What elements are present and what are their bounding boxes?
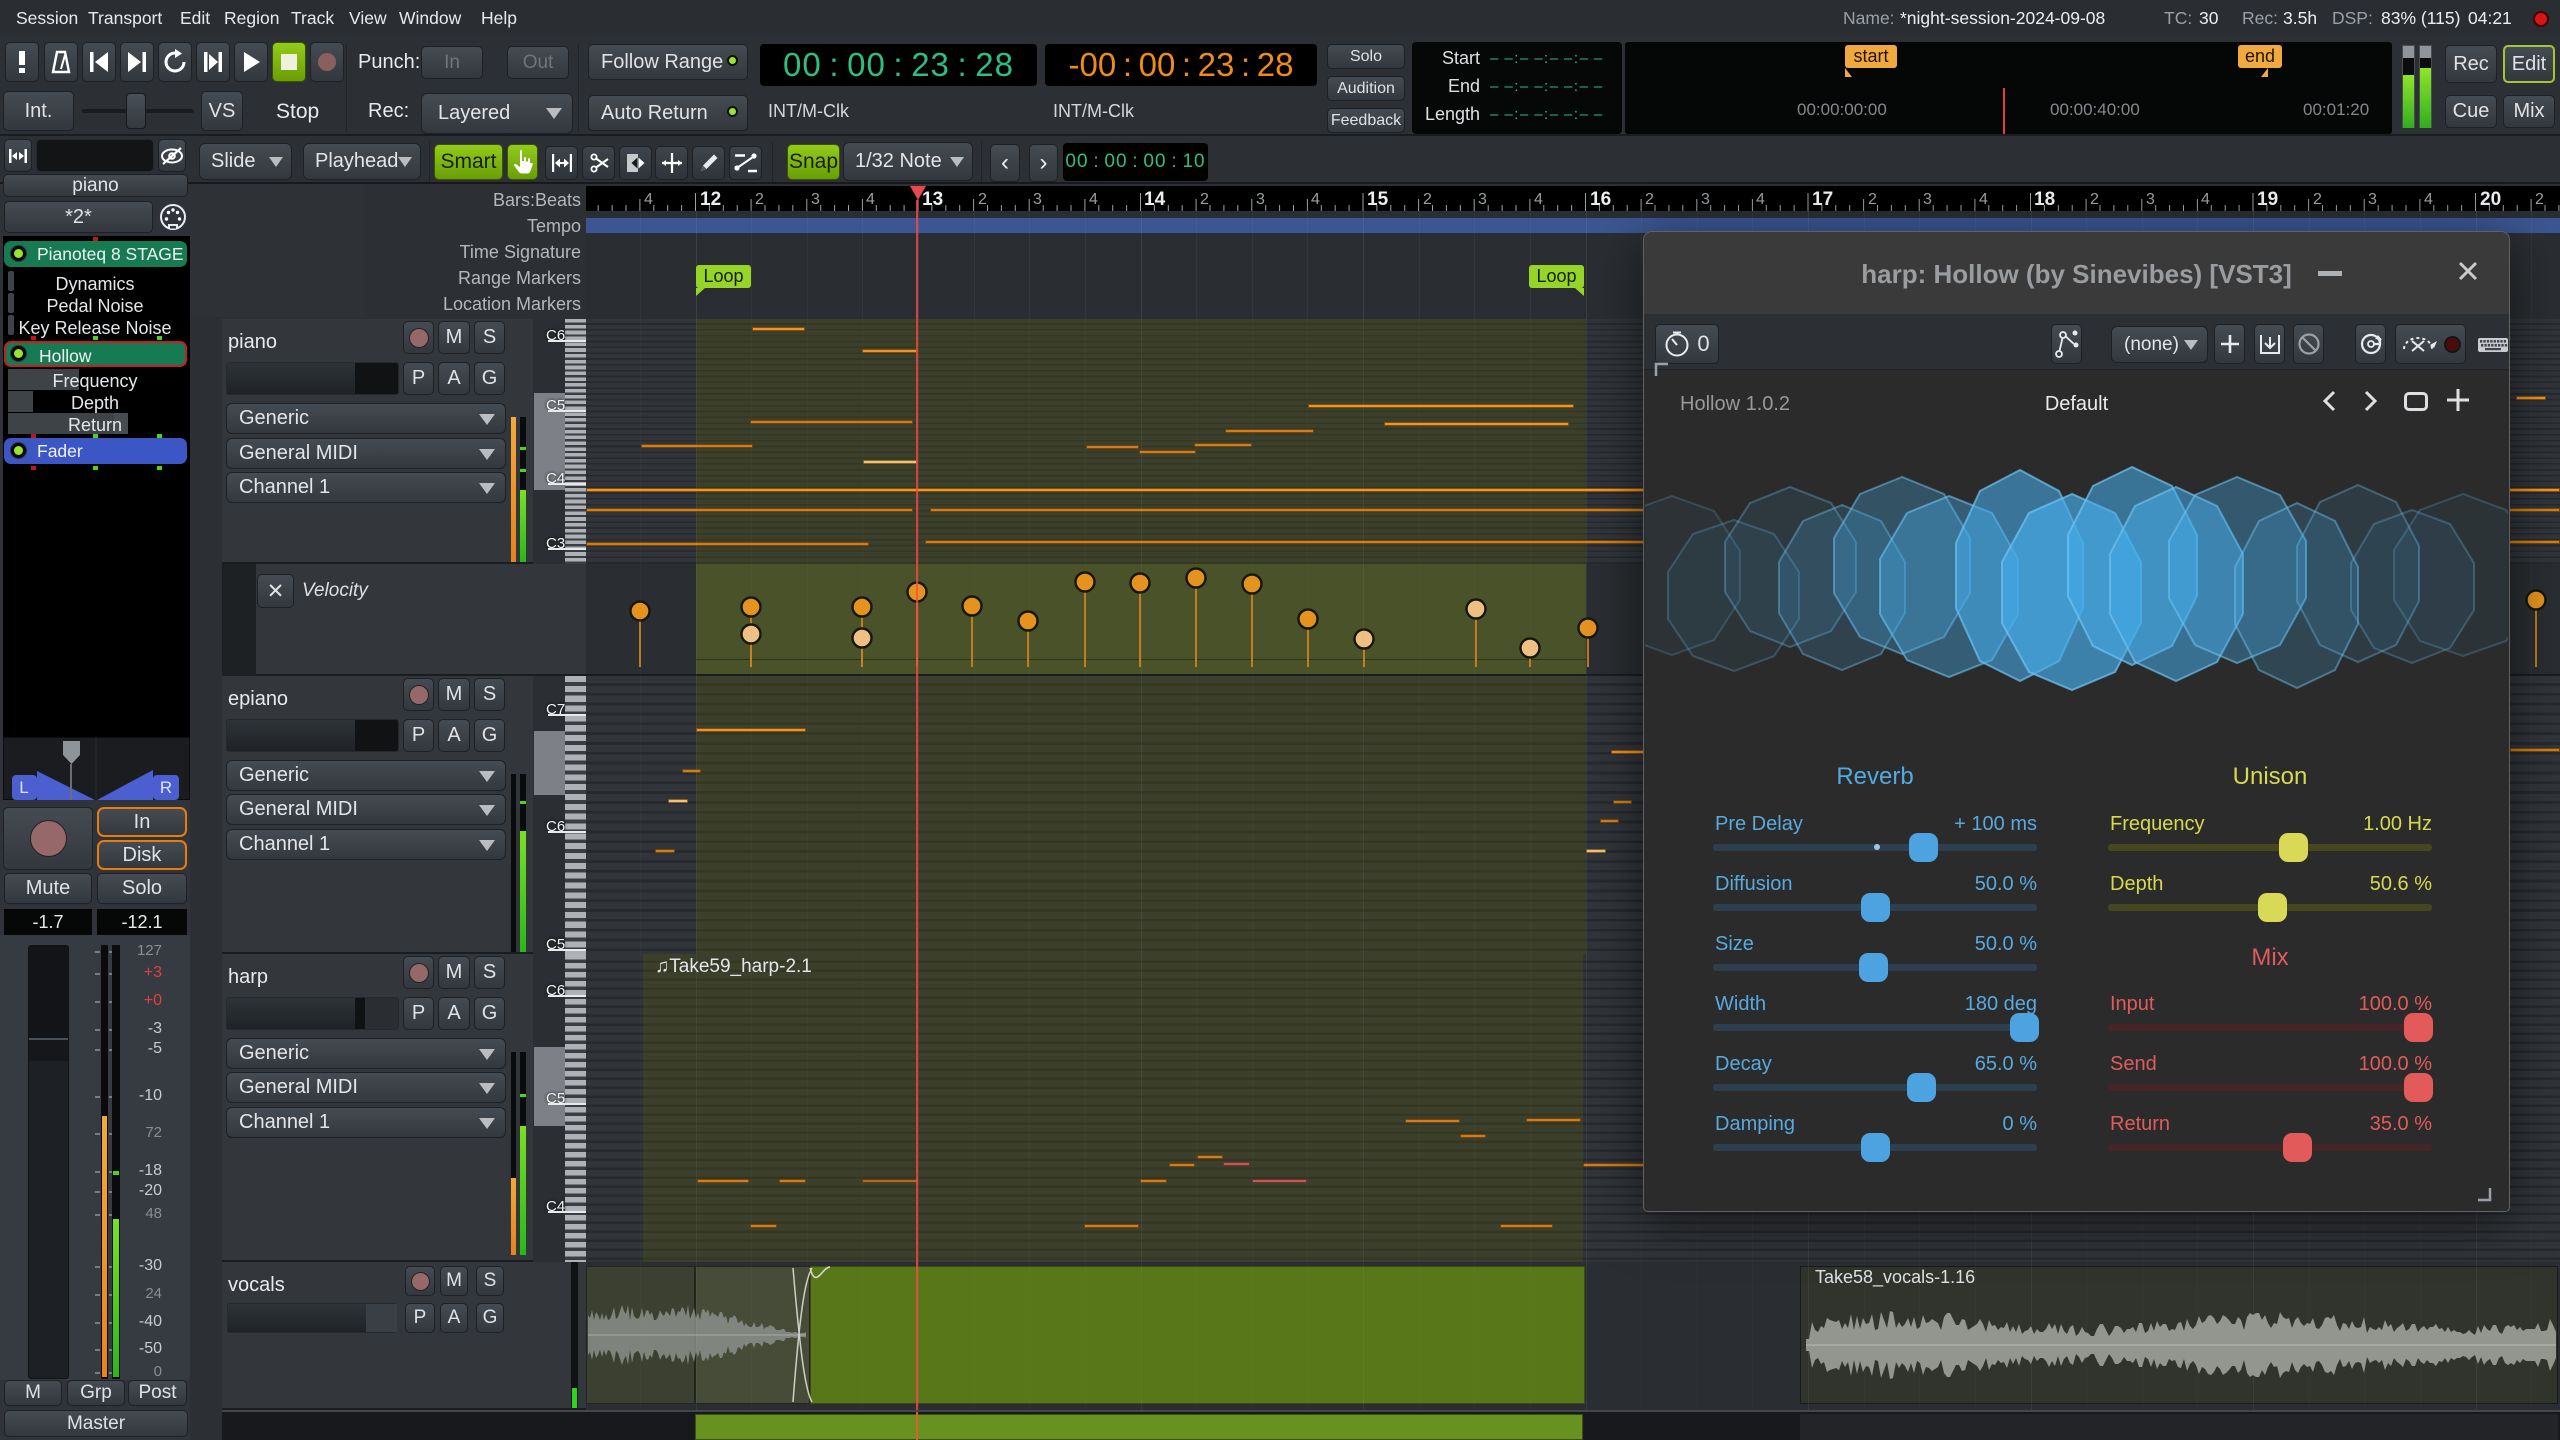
svg-text:L: L: [19, 778, 28, 797]
svg-text:R: R: [160, 778, 172, 797]
